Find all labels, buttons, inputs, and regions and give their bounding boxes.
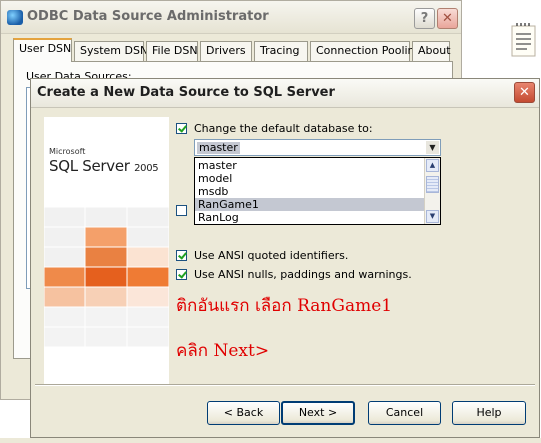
help-button[interactable]: ?: [414, 8, 435, 29]
ansi-nulls-label: Use ANSI nulls, paddings and warnings.: [194, 268, 412, 281]
hidden-option-checkbox[interactable]: [176, 205, 187, 216]
ansi-quoted-checkbox[interactable]: [176, 250, 187, 261]
background-bottom-edge: [0, 438, 541, 443]
dropdown-option[interactable]: msdb: [195, 185, 428, 198]
back-button[interactable]: < Back: [207, 401, 280, 425]
sql-server-logo-panel: Microsoft SQL Server 2005: [44, 117, 169, 385]
close-button[interactable]: ✕: [437, 8, 458, 29]
tab-system-dsn[interactable]: System DSN: [74, 41, 148, 61]
odbc-globe-icon: [7, 10, 23, 25]
sql-server-logo-graphic: [44, 207, 169, 348]
scroll-thumb[interactable]: [426, 176, 439, 193]
document-icon: [511, 23, 536, 57]
tab-file-dsn[interactable]: File DSN: [146, 41, 198, 61]
next-button[interactable]: Next >: [281, 401, 355, 425]
change-database-row[interactable]: Change the default database to:: [176, 122, 373, 135]
ansi-quoted-row[interactable]: Use ANSI quoted identifiers.: [176, 249, 348, 262]
logo-product-name: SQL Server: [49, 157, 130, 175]
logo-brand: Microsoft: [49, 147, 86, 156]
tab-tracing[interactable]: Tracing: [254, 41, 308, 61]
instruction-note-2: คลิก Next>: [176, 341, 270, 361]
ansi-nulls-row[interactable]: Use ANSI nulls, paddings and warnings.: [176, 268, 412, 281]
dropdown-scrollbar[interactable]: ▲ ▼: [424, 158, 440, 224]
tab-drivers[interactable]: Drivers: [200, 41, 252, 61]
dropdown-option-selected[interactable]: RanGame1: [195, 198, 428, 211]
tab-about[interactable]: About: [412, 41, 451, 61]
tab-user-dsn[interactable]: User DSN: [13, 38, 72, 62]
change-database-label: Change the default database to:: [194, 122, 373, 135]
dropdown-option[interactable]: master: [195, 159, 428, 172]
logo-version: 2005: [134, 163, 159, 174]
help-button-dialog[interactable]: Help: [452, 401, 526, 425]
database-combo-value: master: [197, 141, 240, 154]
button-separator: [35, 384, 535, 386]
logo-product: SQL Server 2005: [49, 157, 159, 175]
dropdown-option[interactable]: RanLog: [195, 211, 428, 224]
odbc-window-title: ODBC Data Source Administrator: [27, 9, 269, 24]
database-dropdown-list[interactable]: master model msdb RanGame1 RanLog ▲ ▼: [194, 157, 441, 225]
tab-connection-pooling[interactable]: Connection Pooling: [310, 41, 422, 61]
scroll-up-icon[interactable]: ▲: [426, 159, 439, 172]
odbc-title-bar: ODBC Data Source Administrator ? ✕: [1, 1, 461, 34]
chevron-down-icon[interactable]: ▼: [426, 141, 439, 154]
ansi-nulls-checkbox[interactable]: [176, 269, 187, 280]
dropdown-option[interactable]: model: [195, 172, 428, 185]
dialog-title-bar: Create a New Data Source to SQL Server ✕: [31, 79, 539, 108]
ansi-quoted-label: Use ANSI quoted identifiers.: [194, 249, 349, 262]
instruction-note-1: ติกอันแรก เลือก RanGame1: [176, 296, 393, 316]
database-combo[interactable]: master ▼: [194, 139, 441, 156]
cancel-button[interactable]: Cancel: [368, 401, 441, 425]
change-database-checkbox[interactable]: [176, 123, 187, 134]
create-data-source-dialog: Create a New Data Source to SQL Server ✕…: [30, 78, 540, 438]
dialog-close-button[interactable]: ✕: [514, 82, 535, 103]
scroll-down-icon[interactable]: ▼: [426, 210, 439, 223]
dialog-title: Create a New Data Source to SQL Server: [37, 85, 335, 100]
